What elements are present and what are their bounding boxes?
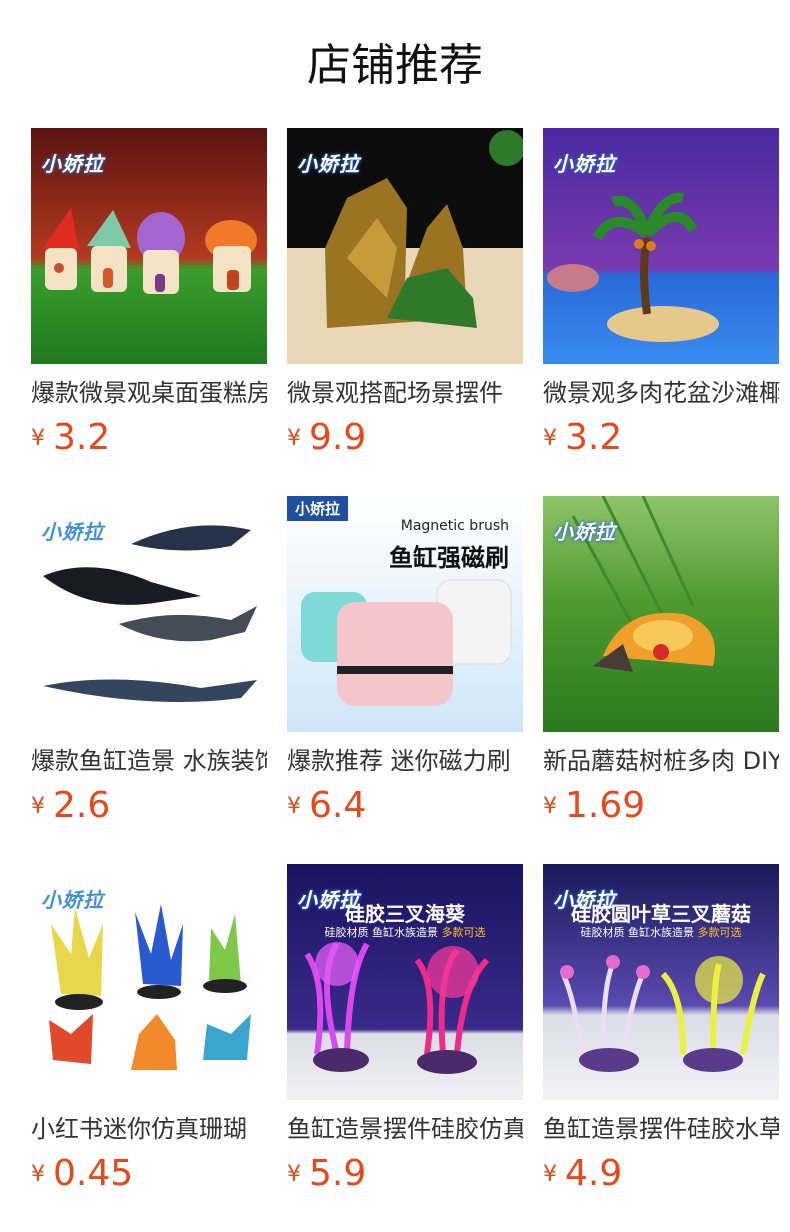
price-value: 4.9: [565, 1153, 623, 1194]
product-image[interactable]: 小娇拉 Magnetic brush 鱼缸强磁刷: [287, 496, 523, 732]
brand-logo: 小娇拉: [553, 520, 616, 544]
product-name[interactable]: 爆款微景观桌面蛋糕房子: [31, 378, 267, 408]
price-value: 3.2: [565, 417, 623, 458]
currency-symbol: ¥: [31, 1162, 45, 1187]
price-value: 0.45: [53, 1153, 134, 1194]
product-price: ¥3.2: [31, 418, 110, 458]
currency-symbol: ¥: [31, 426, 45, 451]
currency-symbol: ¥: [287, 1162, 301, 1187]
banner-subtitle: 硅胶材质 鱼缸水族造景 多款可选: [287, 924, 523, 940]
product-card[interactable]: 小娇拉 Magnetic brush 鱼缸强磁刷 爆款推荐 迷你磁力刷 ¥6.4: [287, 496, 523, 864]
currency-symbol: ¥: [287, 794, 301, 819]
product-price: ¥9.9: [287, 418, 366, 458]
banner-title: 硅胶三叉海葵: [345, 902, 465, 926]
product-card[interactable]: 小娇拉 爆款鱼缸造景 水族装饰 ¥2.6: [31, 496, 267, 864]
product-image[interactable]: 小娇拉: [31, 128, 267, 364]
product-price: ¥2.6: [31, 786, 110, 826]
price-value: 1.69: [565, 785, 646, 826]
product-card[interactable]: 小娇拉 小红书迷你仿真珊瑚 ¥0.45: [31, 864, 267, 1232]
banner-subtitle-text: 硅胶材质 鱼缸水族造景: [324, 926, 439, 939]
product-card[interactable]: 小娇拉 爆款微景观桌面蛋糕房子 ¥3.2: [31, 128, 267, 496]
brand-tag: 小娇拉: [287, 496, 349, 521]
product-image[interactable]: 小娇拉 硅胶圆叶草三叉蘑菇 硅胶材质 鱼缸水族造景 多款可选: [543, 864, 779, 1100]
product-price: ¥0.45: [31, 1154, 133, 1194]
price-value: 9.9: [309, 417, 367, 458]
product-card[interactable]: 小娇拉 硅胶三叉海葵 硅胶材质 鱼缸水族造景 多款可选 鱼缸造景摆件硅胶仿真 ¥…: [287, 864, 523, 1232]
brand-logo: 小娇拉: [297, 152, 360, 176]
product-image[interactable]: 小娇拉: [31, 864, 267, 1100]
currency-symbol: ¥: [287, 426, 301, 451]
price-value: 5.9: [309, 1153, 367, 1194]
product-grid: 小娇拉 爆款微景观桌面蛋糕房子 ¥3.2 小娇拉 微景观搭配场景摆件 ¥9.9: [31, 128, 779, 1232]
section-title: 店铺推荐: [307, 40, 483, 91]
brand-logo: 小娇拉: [41, 520, 104, 544]
product-name[interactable]: 微景观多肉花盆沙滩椰树: [543, 378, 779, 408]
product-card[interactable]: 小娇拉 硅胶圆叶草三叉蘑菇 硅胶材质 鱼缸水族造景 多款可选 鱼缸造景摆件硅胶水…: [543, 864, 779, 1232]
price-value: 2.6: [53, 785, 111, 826]
banner-title: 硅胶圆叶草三叉蘑菇: [571, 902, 751, 926]
currency-symbol: ¥: [543, 1162, 557, 1187]
product-card[interactable]: 小娇拉 微景观搭配场景摆件 ¥9.9: [287, 128, 523, 496]
banner-subtitle: 硅胶材质 鱼缸水族造景 多款可选: [543, 924, 779, 940]
product-price: ¥6.4: [287, 786, 366, 826]
currency-symbol: ¥: [31, 794, 45, 819]
product-name[interactable]: 小红书迷你仿真珊瑚: [31, 1114, 267, 1144]
currency-symbol: ¥: [543, 426, 557, 451]
banner-highlight: 多款可选: [441, 926, 486, 939]
product-name[interactable]: 鱼缸造景摆件硅胶水草: [543, 1114, 779, 1144]
price-value: 6.4: [309, 785, 367, 826]
product-name[interactable]: 新品蘑菇树桩多肉 DIY: [543, 746, 779, 776]
product-image[interactable]: 小娇拉: [543, 128, 779, 364]
banner-highlight: 多款可选: [697, 926, 742, 939]
brand-logo: 小娇拉: [553, 152, 616, 176]
product-image[interactable]: 小娇拉 硅胶三叉海葵 硅胶材质 鱼缸水族造景 多款可选: [287, 864, 523, 1100]
product-price: ¥3.2: [543, 418, 622, 458]
product-price: ¥5.9: [287, 1154, 366, 1194]
banner-english: Magnetic brush: [400, 518, 509, 534]
product-image[interactable]: 小娇拉: [31, 496, 267, 732]
banner-chinese: 鱼缸强磁刷: [389, 544, 509, 572]
product-price: ¥4.9: [543, 1154, 622, 1194]
currency-symbol: ¥: [543, 794, 557, 819]
product-card[interactable]: 小娇拉 新品蘑菇树桩多肉 DIY ¥1.69: [543, 496, 779, 864]
product-name[interactable]: 爆款推荐 迷你磁力刷: [287, 746, 523, 776]
product-name[interactable]: 微景观搭配场景摆件: [287, 378, 523, 408]
product-image[interactable]: 小娇拉: [287, 128, 523, 364]
banner-subtitle-text: 硅胶材质 鱼缸水族造景: [580, 926, 695, 939]
product-card[interactable]: 小娇拉 微景观多肉花盆沙滩椰树 ¥3.2: [543, 128, 779, 496]
product-name[interactable]: 鱼缸造景摆件硅胶仿真: [287, 1114, 523, 1144]
price-value: 3.2: [53, 417, 111, 458]
product-image[interactable]: 小娇拉: [543, 496, 779, 732]
product-name[interactable]: 爆款鱼缸造景 水族装饰: [31, 746, 267, 776]
brand-logo: 小娇拉: [41, 888, 104, 912]
product-price: ¥1.69: [543, 786, 645, 826]
brand-logo: 小娇拉: [41, 152, 104, 176]
